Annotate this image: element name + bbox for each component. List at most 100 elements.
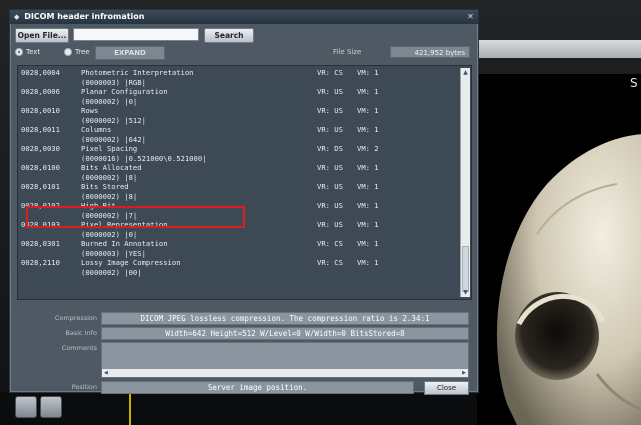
tag-row[interactable]: 0028,0006 Planar Configuration VR: US VM: 1… xyxy=(21,87,459,106)
close-button[interactable]: Close xyxy=(424,381,469,395)
dialog-app-icon: ◆ xyxy=(14,13,20,21)
tag-vm: VM: 2 xyxy=(357,144,379,153)
tag-vm: VM: 1 xyxy=(357,106,379,115)
comments-scrollbar[interactable]: ◀ ▶ xyxy=(102,369,468,377)
file-size-value: 421,952 bytes xyxy=(390,46,470,58)
tag-vr: VR: US xyxy=(317,182,343,191)
tag-vr: VR: DS xyxy=(317,144,343,153)
position-field: Server image position. xyxy=(101,381,414,394)
image-info-panel: Compression DICOM JPEG lossless compress… xyxy=(17,302,470,395)
tag-name: Bits Allocated xyxy=(81,163,142,172)
tag-header-line: 0028,0101 Bits Stored VR: US VM: 1 xyxy=(21,182,459,192)
tag-vr: VR: US xyxy=(317,220,343,229)
tag-value: (0000003) |RGB| xyxy=(81,78,146,87)
tag-header-line: 0028,2110 Lossy Image Compression VR: CS VM… xyxy=(21,258,459,268)
viewer-reference-line xyxy=(129,392,131,425)
text-view-label: Text xyxy=(26,48,41,56)
tag-name: Planar Configuration xyxy=(81,87,168,96)
tag-row[interactable]: 0028,0010 Rows VR: US VM: 1 (0000002) |512| xyxy=(21,106,459,125)
tag-vm: VM: 1 xyxy=(357,163,379,172)
tag-id: 0028,0101 xyxy=(21,182,60,191)
scroll-left-icon[interactable]: ◀ xyxy=(104,369,108,377)
tag-row[interactable]: 0028,0030 Pixel Spacing VR: DS VM: 2 (000001… xyxy=(21,144,459,163)
tag-vm: VM: 1 xyxy=(357,182,379,191)
tag-row[interactable]: 0028,0004 Photometric Interpretation VR: C… xyxy=(21,68,459,87)
tag-value: (0000002) |8| xyxy=(81,173,138,182)
close-icon[interactable]: ✕ xyxy=(466,12,475,21)
tag-name: Burned In Annotation xyxy=(81,239,168,248)
file-size-label: File Size xyxy=(333,48,362,56)
tag-row[interactable]: 0028,0100 Bits Allocated VR: US VM: 1 (00000… xyxy=(21,163,459,182)
tag-name: Pixel Spacing xyxy=(81,144,138,153)
view-options: Text Tree EXPAND File Size 421,952 bytes xyxy=(15,46,473,60)
tag-row[interactable]: 0028,0101 Bits Stored VR: US VM: 1 (0000002)… xyxy=(21,182,459,201)
tag-name: Columns xyxy=(81,125,112,134)
basic-info-field: Width=642 Height=512 W/Level=0 W/Width=0… xyxy=(101,327,469,340)
tag-list-scrollbar[interactable]: ▲ ▼ xyxy=(460,68,470,297)
tag-vr: VR: US xyxy=(317,87,343,96)
tag-id: 0028,0030 xyxy=(21,144,60,153)
tag-vm: VM: 1 xyxy=(357,68,379,77)
tag-header-line: 0028,0011 Columns VR: US VM: 1 xyxy=(21,125,459,135)
tag-row[interactable]: 0028,2110 Lossy Image Compression VR: CS VM… xyxy=(21,258,459,277)
tag-id: 0028,0100 xyxy=(21,163,60,172)
tag-vr: VR: US xyxy=(317,125,343,134)
tag-value: (0000002) |8| xyxy=(81,192,138,201)
file-toolbar: Open File... Search xyxy=(15,28,473,43)
tag-name: Photometric Interpretation xyxy=(81,68,194,77)
tag-vm: VM: 1 xyxy=(357,258,379,267)
tag-value: (0000002) |642| xyxy=(81,135,146,144)
tag-id: 0028,0301 xyxy=(21,239,60,248)
tag-vm: VM: 1 xyxy=(357,201,379,210)
search-input[interactable] xyxy=(73,28,199,41)
skull-render xyxy=(496,134,641,425)
scroll-thumb[interactable] xyxy=(462,246,469,292)
dialog-title: DICOM header infromation xyxy=(24,12,145,21)
basic-info-label: Basic Info xyxy=(65,329,97,337)
tag-id: 0028,0010 xyxy=(21,106,60,115)
tag-value: (0000003) |YES| xyxy=(81,249,146,258)
tag-row[interactable]: 0028,0011 Columns VR: US VM: 1 (0000002) |64… xyxy=(21,125,459,144)
tree-view-label: Tree xyxy=(75,48,90,56)
tag-id: 0028,0006 xyxy=(21,87,60,96)
tool-save-icon[interactable] xyxy=(40,396,62,418)
scroll-right-icon[interactable]: ▶ xyxy=(462,369,466,377)
comments-field[interactable]: ◀ ▶ xyxy=(101,342,469,378)
tag-vr: VR: US xyxy=(317,201,343,210)
dicom-tag-list[interactable]: 0028,0004 Photometric Interpretation VR: C… xyxy=(17,65,472,300)
tag-value: (0000016) |0.521000\0.521000| xyxy=(81,154,207,163)
tag-value: (0000002) |0| xyxy=(81,230,138,239)
tag-header-line: 0028,0006 Planar Configuration VR: US VM: 1 xyxy=(21,87,459,97)
scroll-down-icon[interactable]: ▼ xyxy=(461,288,470,297)
tag-id: 0028,0011 xyxy=(21,125,60,134)
tag-vr: VR: US xyxy=(317,106,343,115)
tag-header-line: 0028,0010 Rows VR: US VM: 1 xyxy=(21,106,459,116)
text-view-radio[interactable] xyxy=(15,48,23,56)
viewer-bottom-panel xyxy=(0,392,477,425)
open-file-button[interactable]: Open File... xyxy=(15,28,69,43)
pixel-spacing-highlight xyxy=(26,206,245,228)
tag-value: (0000002) |512| xyxy=(81,116,146,125)
tag-value: (0000002) |00| xyxy=(81,268,142,277)
tool-select-icon[interactable] xyxy=(15,396,37,418)
tag-row[interactable]: 0028,0301 Burned In Annotation VR: CS VM: 1… xyxy=(21,239,459,258)
tag-name: Bits Stored xyxy=(81,182,129,191)
tag-header-line: 0028,0100 Bits Allocated VR: US VM: 1 xyxy=(21,163,459,173)
tag-header-line: 0028,0030 Pixel Spacing VR: DS VM: 2 xyxy=(21,144,459,154)
viewer-tabstrip xyxy=(477,58,641,75)
tag-name: Lossy Image Compression xyxy=(81,258,181,267)
viewer-toolbar xyxy=(477,40,641,59)
viewer-label: S xyxy=(630,76,638,90)
search-button[interactable]: Search xyxy=(204,28,254,43)
dicom-header-dialog: ◆ DICOM header infromation ✕ Open File..… xyxy=(9,9,479,395)
skull-3d-view[interactable] xyxy=(477,74,641,425)
expand-button[interactable]: EXPAND xyxy=(95,46,165,60)
tag-vr: VR: CS xyxy=(317,239,343,248)
scroll-up-icon[interactable]: ▲ xyxy=(461,68,470,77)
tag-vm: VM: 1 xyxy=(357,239,379,248)
tag-vr: VR: CS xyxy=(317,68,343,77)
comments-label: Comments xyxy=(61,344,97,352)
tree-view-radio[interactable] xyxy=(64,48,72,56)
dialog-titlebar[interactable]: ◆ DICOM header infromation ✕ xyxy=(10,10,478,24)
tag-header-line: 0028,0301 Burned In Annotation VR: CS VM: 1 xyxy=(21,239,459,249)
